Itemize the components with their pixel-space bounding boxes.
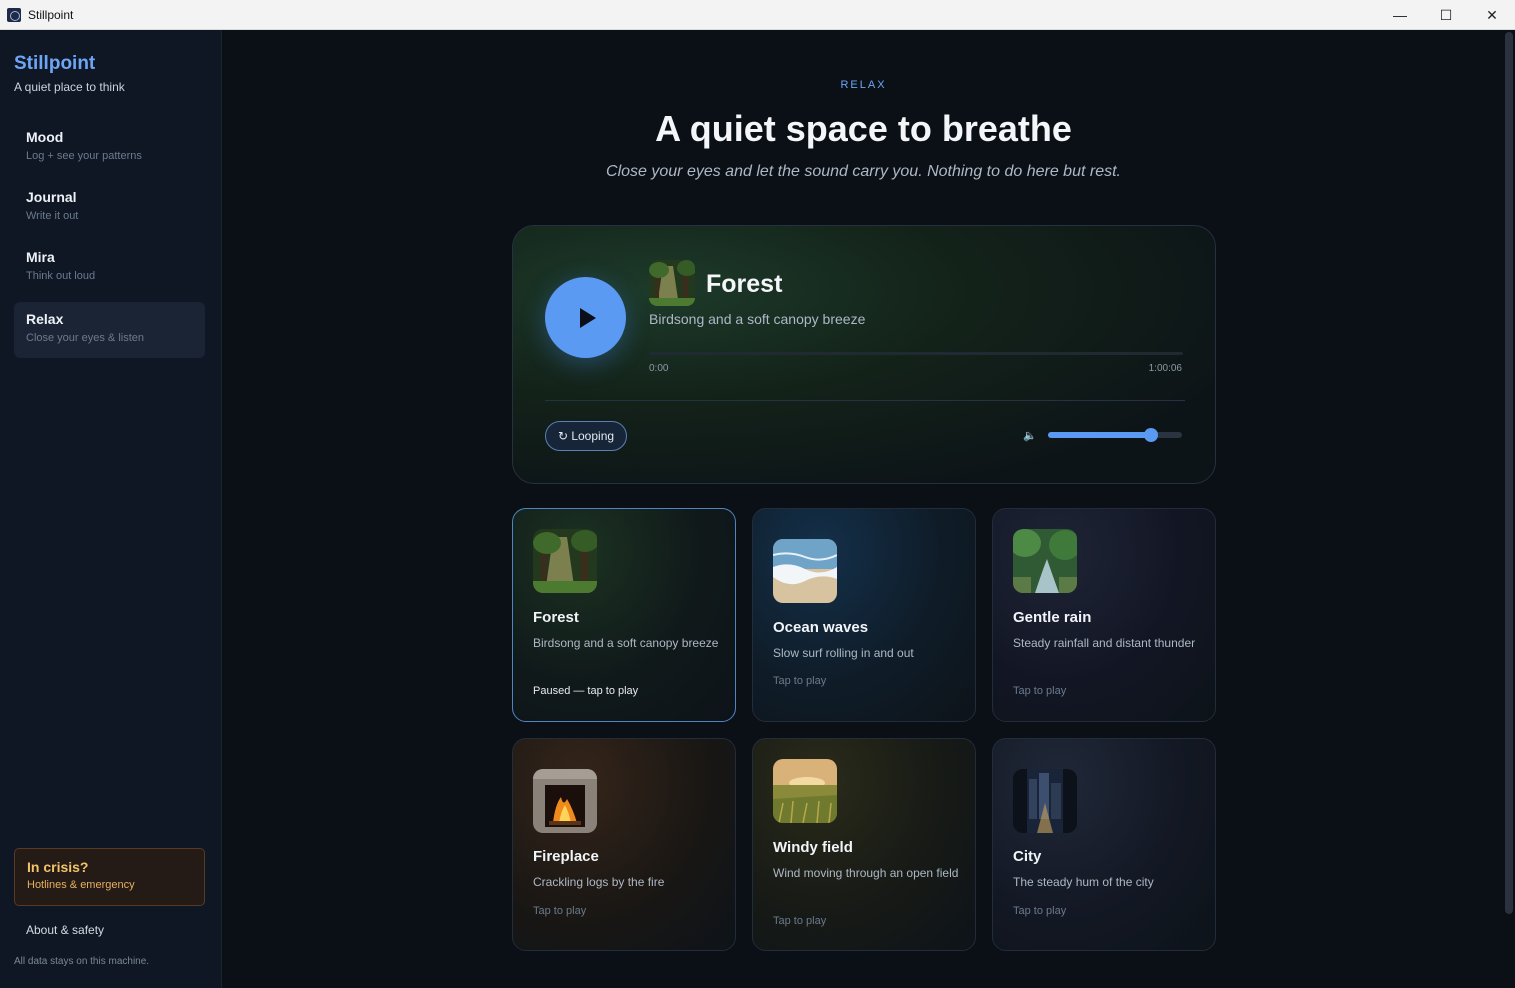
sidebar-item-mira[interactable]: Mira Think out loud bbox=[14, 240, 205, 296]
sidebar-item-label: Mood bbox=[26, 129, 64, 145]
sound-card-title: Forest bbox=[533, 609, 579, 626]
sidebar-item-mood[interactable]: Mood Log + see your patterns bbox=[14, 120, 205, 176]
sound-card-title: Fireplace bbox=[533, 848, 599, 865]
play-icon bbox=[580, 307, 596, 328]
sound-card-ocean-waves[interactable]: Ocean waves Slow surf rolling in and out… bbox=[752, 508, 976, 722]
sound-card-status: Tap to play bbox=[773, 915, 827, 927]
sound-card-title: City bbox=[1013, 848, 1042, 865]
window-title: Stillpoint bbox=[28, 7, 74, 22]
now-playing-subtitle: Birdsong and a soft canopy breeze bbox=[649, 311, 866, 327]
app-icon bbox=[7, 7, 21, 22]
privacy-note: All data stays on this machine. bbox=[14, 956, 150, 967]
sidebar-item-relax[interactable]: Relax Close your eyes & listen bbox=[14, 302, 205, 358]
sound-card-status: Tap to play bbox=[1013, 685, 1067, 697]
sidebar-item-sub: Log + see your patterns bbox=[26, 150, 142, 162]
now-playing-title: Forest bbox=[706, 270, 783, 298]
loop-toggle[interactable]: ↻ Looping bbox=[545, 421, 627, 451]
sound-card-forest[interactable]: Forest Birdsong and a soft canopy breeze… bbox=[512, 508, 736, 722]
page-title: A quiet space to breathe bbox=[655, 108, 1072, 149]
sound-card-status: Tap to play bbox=[533, 905, 587, 917]
sound-card-fireplace[interactable]: Fireplace Crackling logs by the fire Tap… bbox=[512, 738, 736, 951]
crisis-title: In crisis? bbox=[27, 859, 89, 875]
main-scrollbar[interactable] bbox=[1505, 32, 1513, 914]
sound-card-title: Windy field bbox=[773, 839, 853, 856]
sound-card-subtitle: Steady rainfall and distant thunder bbox=[1013, 636, 1196, 650]
forest-thumbnail-icon bbox=[533, 529, 597, 593]
sound-card-subtitle: Crackling logs by the fire bbox=[533, 875, 665, 889]
sound-card-status: Paused — tap to play bbox=[533, 685, 639, 697]
sound-card-title: Ocean waves bbox=[773, 619, 869, 636]
sidebar-item-label: Mira bbox=[26, 249, 55, 265]
sound-card-status: Tap to play bbox=[1013, 905, 1067, 917]
sound-card-windy-field[interactable]: Windy field Wind moving through an open … bbox=[752, 738, 976, 951]
close-button[interactable]: ✕ bbox=[1469, 0, 1515, 30]
sound-card-subtitle: Wind moving through an open field bbox=[773, 866, 959, 880]
sound-card-title: Gentle rain bbox=[1013, 609, 1092, 626]
sidebar-item-sub: Close your eyes & listen bbox=[26, 332, 144, 344]
now-playing-card: Forest Birdsong and a soft canopy breeze… bbox=[512, 225, 1216, 484]
volume-slider[interactable] bbox=[1048, 428, 1182, 442]
maximize-button[interactable]: ☐ bbox=[1423, 0, 1469, 30]
sound-card-status: Tap to play bbox=[773, 675, 827, 687]
crisis-subtitle: Hotlines & emergency bbox=[27, 879, 135, 891]
city-thumbnail-icon bbox=[1013, 769, 1077, 833]
volume-icon: 🔈 bbox=[1023, 430, 1037, 442]
sound-card-subtitle: The steady hum of the city bbox=[1013, 875, 1154, 889]
fireplace-thumbnail-icon bbox=[533, 769, 597, 833]
sidebar-item-sub: Think out loud bbox=[26, 270, 96, 282]
current-time: 0:00 bbox=[649, 363, 669, 374]
sound-card-subtitle: Birdsong and a soft canopy breeze bbox=[533, 636, 719, 650]
progress-bar[interactable] bbox=[649, 352, 1183, 355]
sidebar-item-label: Journal bbox=[26, 189, 77, 205]
sound-card-subtitle: Slow surf rolling in and out bbox=[773, 646, 914, 660]
section-eyebrow: RELAX bbox=[840, 79, 887, 91]
brand-tagline: A quiet place to think bbox=[14, 80, 125, 94]
sidebar-item-sub: Write it out bbox=[26, 210, 79, 222]
sound-card-city[interactable]: City The steady hum of the city Tap to p… bbox=[992, 738, 1216, 951]
field-thumbnail-icon bbox=[773, 759, 837, 823]
minimize-button[interactable]: — bbox=[1377, 0, 1423, 30]
window-controls: — ☐ ✕ bbox=[1377, 0, 1515, 30]
about-safety-link[interactable]: About & safety bbox=[26, 923, 104, 937]
volume-handle[interactable] bbox=[1144, 428, 1159, 442]
sidebar-item-journal[interactable]: Journal Write it out bbox=[14, 180, 205, 236]
ocean-thumbnail-icon bbox=[773, 539, 837, 603]
volume-fill bbox=[1048, 432, 1152, 438]
play-button[interactable] bbox=[545, 277, 626, 358]
sound-card-gentle-rain[interactable]: Gentle rain Steady rainfall and distant … bbox=[992, 508, 1216, 722]
brand-name: Stillpoint bbox=[14, 53, 96, 74]
total-time: 1:00:06 bbox=[1148, 363, 1182, 374]
sidebar-item-label: Relax bbox=[26, 311, 64, 327]
page-subtitle: Close your eyes and let the sound carry … bbox=[606, 163, 1121, 180]
player-divider bbox=[545, 400, 1185, 401]
title-bar: Stillpoint — ☐ ✕ bbox=[0, 0, 1515, 30]
crisis-button[interactable]: In crisis? Hotlines & emergency bbox=[14, 848, 205, 906]
sidebar: Stillpoint A quiet place to think Mood L… bbox=[0, 30, 222, 988]
forest-thumbnail-icon bbox=[649, 260, 695, 306]
rain-thumbnail-icon bbox=[1013, 529, 1077, 593]
